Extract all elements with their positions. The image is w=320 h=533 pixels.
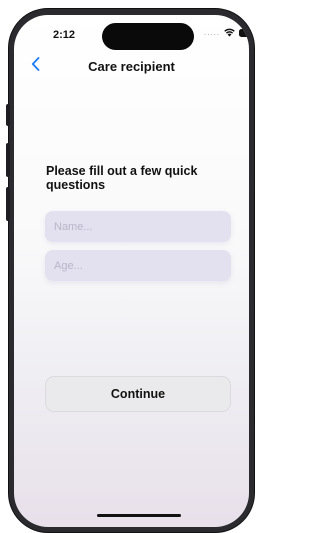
wifi-icon [224,28,235,37]
form-prompt: Please fill out a few quick questions [46,164,198,192]
battery-icon [239,28,249,37]
dynamic-island [102,23,194,50]
page-title: Care recipient [88,59,175,74]
continue-button[interactable]: Continue [45,376,231,412]
status-time: 2:12 [53,29,76,41]
signal-icon: ..... [204,28,221,37]
app-screen: 2:12 ..... Care recipient Please fill ou… [14,15,249,527]
age-input[interactable] [45,250,231,281]
volume-up-button [6,143,10,177]
name-input[interactable] [45,211,231,242]
silent-switch [6,104,10,126]
status-indicators: ..... [204,28,249,37]
home-indicator [97,514,181,517]
volume-down-button [6,187,10,221]
